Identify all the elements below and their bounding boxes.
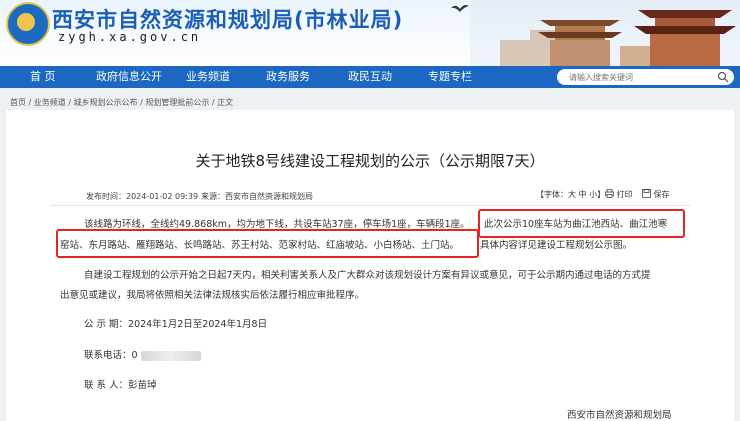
nav-gov-info[interactable]: 政府信息公开 — [96, 66, 162, 88]
print-label: 打印 — [616, 190, 633, 199]
nav-services[interactable]: 政务服务 — [266, 66, 310, 88]
save-button[interactable]: 保存 — [642, 189, 670, 200]
redacted-phone — [140, 350, 201, 361]
phone-label: 联系电话：0 — [84, 350, 138, 361]
meta-divider — [50, 205, 690, 206]
para2-line2: 出意见或建议，我局将依照相关法律法规核实后依法履行相应审批程序。 — [60, 290, 365, 301]
publicity-period: 公 示 期：2024年1月2日至2024年1月8日 — [84, 319, 268, 330]
para1-line2-b: 具体内容详见建设工程规划公示图。 — [480, 240, 633, 251]
para1-line1-a: 该线路为环线，全线约49.868km，均为地下线，共设车站37座，停车场1座，车… — [84, 219, 470, 230]
nav-business[interactable]: 业务频道 — [186, 66, 230, 88]
nav-topics[interactable]: 专题专栏 — [428, 66, 472, 88]
search-input[interactable] — [569, 71, 709, 83]
save-icon — [642, 189, 651, 198]
contact-phone: 联系电话：0 — [84, 347, 201, 361]
site-domain: zygh.xa.gov.cn — [58, 30, 202, 44]
signature: 西安市自然资源和规划局 — [567, 410, 672, 421]
emblem-logo-icon[interactable] — [6, 2, 50, 46]
print-button[interactable]: 打印 — [605, 189, 633, 200]
highlight-box-top — [478, 209, 685, 238]
font-size-selector[interactable]: 【字体：大 中 小】 — [536, 189, 605, 200]
main-nav: 首 页 政府信息公开 业务频道 政务服务 政民互动 专题专栏 — [0, 66, 740, 88]
nav-interaction[interactable]: 政民互动 — [348, 66, 392, 88]
publish-time: 发布时间：2024-01-02 09:39 — [86, 192, 199, 201]
nav-home[interactable]: 首 页 — [30, 66, 56, 88]
search-icon[interactable] — [717, 71, 729, 83]
city-skyline-icon — [470, 0, 740, 66]
save-label: 保存 — [653, 190, 670, 199]
contact-person: 联 系 人：彭苗琸 — [84, 380, 157, 391]
printer-icon — [605, 189, 614, 198]
search-box — [557, 69, 734, 85]
breadcrumb[interactable]: 首页 / 业务频道 / 城乡规划公示公布 / 规划管理批前公示 / 正文 — [10, 97, 233, 108]
article-source: 来源：西安市自然资源和规划局 — [201, 192, 313, 201]
highlight-box-bottom — [56, 229, 479, 258]
page-title: 关于地铁8号线建设工程规划的公示（公示期限7天） — [195, 152, 545, 170]
site-header: 西安市自然资源和规划局(市林业局) zygh.xa.gov.cn — [0, 0, 740, 66]
para2-line1: 自建设工程规划的公示开始之日起7天内，相关利害关系人及广大群众对该规划设计方案有… — [84, 270, 651, 281]
bird-icon — [451, 5, 469, 12]
